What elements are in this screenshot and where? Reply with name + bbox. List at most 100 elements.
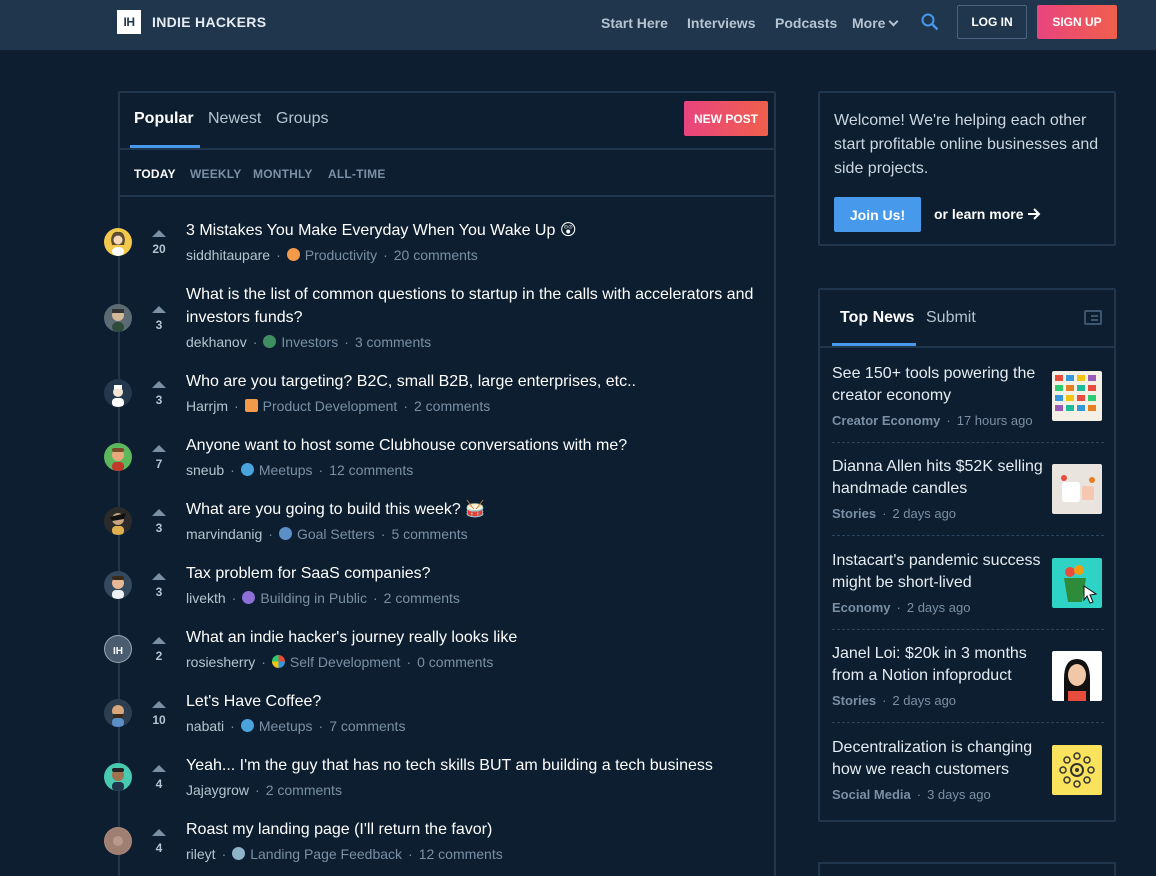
post-comments[interactable]: 20 comments [394, 247, 478, 263]
news-category[interactable]: Stories [832, 693, 876, 708]
post-meta: rileyt · Landing Page Feedback · 12 comments [186, 846, 503, 862]
period-all-time[interactable]: ALL-TIME [328, 167, 386, 181]
avatar[interactable] [104, 443, 132, 471]
upvote[interactable]: 3 [148, 306, 170, 332]
avatar[interactable] [104, 827, 132, 855]
post-author[interactable]: rosiesherry [186, 654, 255, 670]
post-title[interactable]: Who are you targeting? B2C, small B2B, l… [186, 370, 766, 393]
avatar[interactable] [104, 699, 132, 727]
post-comments[interactable]: 7 comments [329, 718, 405, 734]
news-thumbnail[interactable] [1052, 558, 1102, 608]
post-title[interactable]: Roast my landing page (I'll return the f… [186, 818, 766, 841]
post-title[interactable]: Yeah... I'm the guy that has no tech ski… [186, 754, 766, 777]
post-title[interactable]: Tax problem for SaaS companies? [186, 562, 766, 585]
post-comments[interactable]: 5 comments [391, 526, 467, 542]
period-monthly[interactable]: MONTHLY [253, 167, 313, 181]
post-author[interactable]: livekth [186, 590, 226, 606]
post-group[interactable]: Meetups [259, 718, 313, 734]
period-weekly[interactable]: WEEKLY [190, 167, 241, 181]
join-button[interactable]: Join Us! [834, 197, 921, 232]
news-title[interactable]: Instacart's pandemic success might be sh… [832, 550, 1044, 594]
post-title[interactable]: What are you going to build this week? 🥁 [186, 498, 766, 521]
post-comments[interactable]: 2 comments [266, 782, 342, 798]
post-meta: dekhanov · Investors · 3 comments [186, 334, 431, 350]
news-title[interactable]: Decentralization is changing how we reac… [832, 737, 1044, 781]
news-title[interactable]: Dianna Allen hits $52K selling handmade … [832, 456, 1044, 500]
post-comments[interactable]: 12 comments [329, 462, 413, 478]
news-thumbnail[interactable] [1052, 651, 1102, 701]
post-title[interactable]: Anyone want to host some Clubhouse conve… [186, 434, 766, 457]
post-group[interactable]: Investors [281, 334, 338, 350]
login-button[interactable]: LOG IN [957, 5, 1027, 39]
logo[interactable]: IH INDIE HACKERS [117, 10, 266, 34]
tab-submit[interactable]: Submit [926, 309, 976, 327]
avatar[interactable] [104, 379, 132, 407]
avatar[interactable]: IH [104, 635, 132, 663]
post-author[interactable]: sneub [186, 462, 224, 478]
upvote[interactable]: 20 [148, 230, 170, 256]
tab-popular[interactable]: Popular [134, 110, 194, 128]
chevron-down-icon [889, 16, 899, 27]
search-icon[interactable] [921, 13, 939, 31]
post-comments[interactable]: 2 comments [414, 398, 490, 414]
post-group[interactable]: Meetups [259, 462, 313, 478]
avatar[interactable] [104, 763, 132, 791]
post-comments[interactable]: 2 comments [384, 590, 460, 606]
news-time: 3 days ago [927, 787, 991, 802]
post-author[interactable]: marvindanig [186, 526, 262, 542]
post-group[interactable]: Landing Page Feedback [250, 846, 402, 862]
post-title[interactable]: What is the list of common questions to … [186, 283, 766, 329]
post-title[interactable]: Let's Have Coffee? [186, 690, 766, 713]
tab-groups[interactable]: Groups [276, 110, 328, 128]
news-title[interactable]: See 150+ tools powering the creator econ… [832, 363, 1044, 407]
nav-more[interactable]: More [852, 15, 899, 31]
upvote[interactable]: 3 [148, 509, 170, 535]
new-post-button[interactable]: NEW POST [684, 101, 768, 136]
post-group[interactable]: Productivity [305, 247, 377, 263]
signup-button[interactable]: SIGN UP [1037, 5, 1117, 39]
learn-more-link[interactable]: or learn more [934, 206, 1041, 222]
news-category[interactable]: Stories [832, 506, 876, 521]
post-author[interactable]: siddhitaupare [186, 247, 270, 263]
nav-interviews[interactable]: Interviews [687, 15, 755, 31]
post-group[interactable]: Goal Setters [297, 526, 375, 542]
tab-newest[interactable]: Newest [208, 110, 261, 128]
post-author[interactable]: nabati [186, 718, 224, 734]
upvote[interactable]: 4 [148, 765, 170, 791]
period-today[interactable]: TODAY [134, 167, 176, 181]
tab-top-news[interactable]: Top News [840, 309, 914, 327]
post-author[interactable]: rileyt [186, 846, 216, 862]
upvote-icon [152, 829, 166, 836]
post-comments[interactable]: 0 comments [417, 654, 493, 670]
post-author[interactable]: dekhanov [186, 334, 247, 350]
upvote[interactable]: 3 [148, 573, 170, 599]
post-author[interactable]: Harrjm [186, 398, 228, 414]
upvote[interactable]: 10 [148, 701, 170, 727]
post-group[interactable]: Building in Public [260, 590, 367, 606]
news-thumbnail[interactable] [1052, 371, 1102, 421]
avatar[interactable] [104, 507, 132, 535]
avatar[interactable] [104, 228, 132, 256]
nav-start-here[interactable]: Start Here [601, 15, 668, 31]
news-title[interactable]: Janel Loi: $20k in 3 months from a Notio… [832, 643, 1044, 687]
upvote[interactable]: 3 [148, 381, 170, 407]
avatar[interactable] [104, 304, 132, 332]
news-thumbnail[interactable] [1052, 745, 1102, 795]
post-title[interactable]: What an indie hacker's journey really lo… [186, 626, 766, 649]
news-thumbnail[interactable] [1052, 464, 1102, 514]
post-comments[interactable]: 12 comments [419, 846, 503, 862]
news-category[interactable]: Economy [832, 600, 891, 615]
post-author[interactable]: Jajaygrow [186, 782, 249, 798]
post-group[interactable]: Self Development [290, 654, 401, 670]
upvote[interactable]: 2 [148, 637, 170, 663]
upvote[interactable]: 4 [148, 829, 170, 855]
post-comments[interactable]: 3 comments [355, 334, 431, 350]
nav-podcasts[interactable]: Podcasts [775, 15, 837, 31]
news-category[interactable]: Social Media [832, 787, 911, 802]
avatar[interactable] [104, 571, 132, 599]
news-category[interactable]: Creator Economy [832, 413, 940, 428]
post-title[interactable]: 3 Mistakes You Make Everyday When You Wa… [186, 219, 766, 242]
post-group[interactable]: Product Development [263, 398, 398, 414]
newspaper-icon[interactable] [1084, 310, 1102, 325]
upvote[interactable]: 7 [148, 445, 170, 471]
